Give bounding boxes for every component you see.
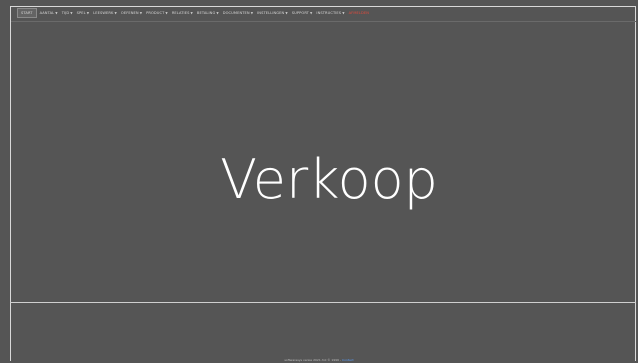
menu-item-12[interactable]: Instructies ▼ [316, 11, 344, 15]
menu-item-2[interactable]: Tijd ▼ [62, 11, 73, 15]
menu-item-label: Afmelden [348, 11, 370, 15]
menu-item-5[interactable]: Oefenen ▼ [121, 11, 142, 15]
page-title: Verkoop [220, 148, 438, 212]
menu-item-label: Product [146, 11, 165, 15]
menu-item-label: Instructies [316, 11, 342, 15]
caret-down-icon: ▼ [190, 11, 193, 15]
menu-item-1[interactable]: Aantal ▼ [40, 11, 58, 15]
menu-item-6[interactable]: Product ▼ [146, 11, 168, 15]
menu-item-label: Relaties [171, 11, 190, 15]
caret-down-icon: ▼ [55, 11, 58, 15]
caret-down-icon: ▼ [165, 11, 168, 15]
menu-item-label: Oefenen [120, 11, 139, 15]
menu-item-4[interactable]: Leeswerk ▼ [93, 11, 117, 15]
menu-item-11[interactable]: Support ▼ [292, 11, 313, 15]
logout-link[interactable]: Afmelden [349, 11, 369, 15]
footer-text: softwaresys versie 2021.3.0 © 1996 - [284, 358, 342, 362]
caret-down-icon: ▼ [309, 11, 313, 15]
menu-item-10[interactable]: Instellingen ▼ [257, 11, 288, 15]
menu-item-7[interactable]: Relaties ▼ [172, 11, 193, 15]
menu-item-label: Leeswerk [93, 11, 114, 15]
menu-item-label: Support [291, 11, 309, 15]
menu-divider [11, 21, 636, 22]
menu-item-label: Documenten [222, 11, 250, 15]
menu-item-home[interactable]: Start [17, 8, 37, 18]
caret-down-icon: ▼ [285, 11, 288, 15]
caret-down-icon: ▼ [216, 11, 219, 15]
caret-down-icon: ▼ [139, 11, 143, 15]
menu-item-label: Tijd [61, 11, 70, 15]
menu-item-label: Aantal [39, 11, 55, 15]
menu-item-label: Betaling [196, 11, 216, 15]
caret-down-icon: ▼ [70, 11, 73, 15]
menu-item-9[interactable]: Documenten ▼ [223, 11, 253, 15]
menu-item-label: Instellingen [257, 11, 285, 15]
menu-item-label: Start [21, 11, 33, 15]
menu-item-8[interactable]: Betaling ▼ [197, 11, 219, 15]
caret-down-icon: ▼ [342, 11, 345, 15]
caret-down-icon: ▼ [114, 11, 117, 15]
caret-down-icon: ▼ [250, 11, 254, 15]
caret-down-icon: ▼ [86, 11, 90, 15]
footer: softwaresys versie 2021.3.0 © 1996 - Con… [0, 358, 638, 362]
menu-item-3[interactable]: Spel ▼ [77, 11, 90, 15]
main-menu: Start Aantal ▼ Tijd ▼ Spel ▼ Leeswerk ▼ Oefe… [17, 7, 373, 19]
frame-divider [10, 302, 636, 303]
menu-item-label: Spel [76, 11, 86, 15]
footer-link[interactable]: Contact [342, 358, 354, 362]
